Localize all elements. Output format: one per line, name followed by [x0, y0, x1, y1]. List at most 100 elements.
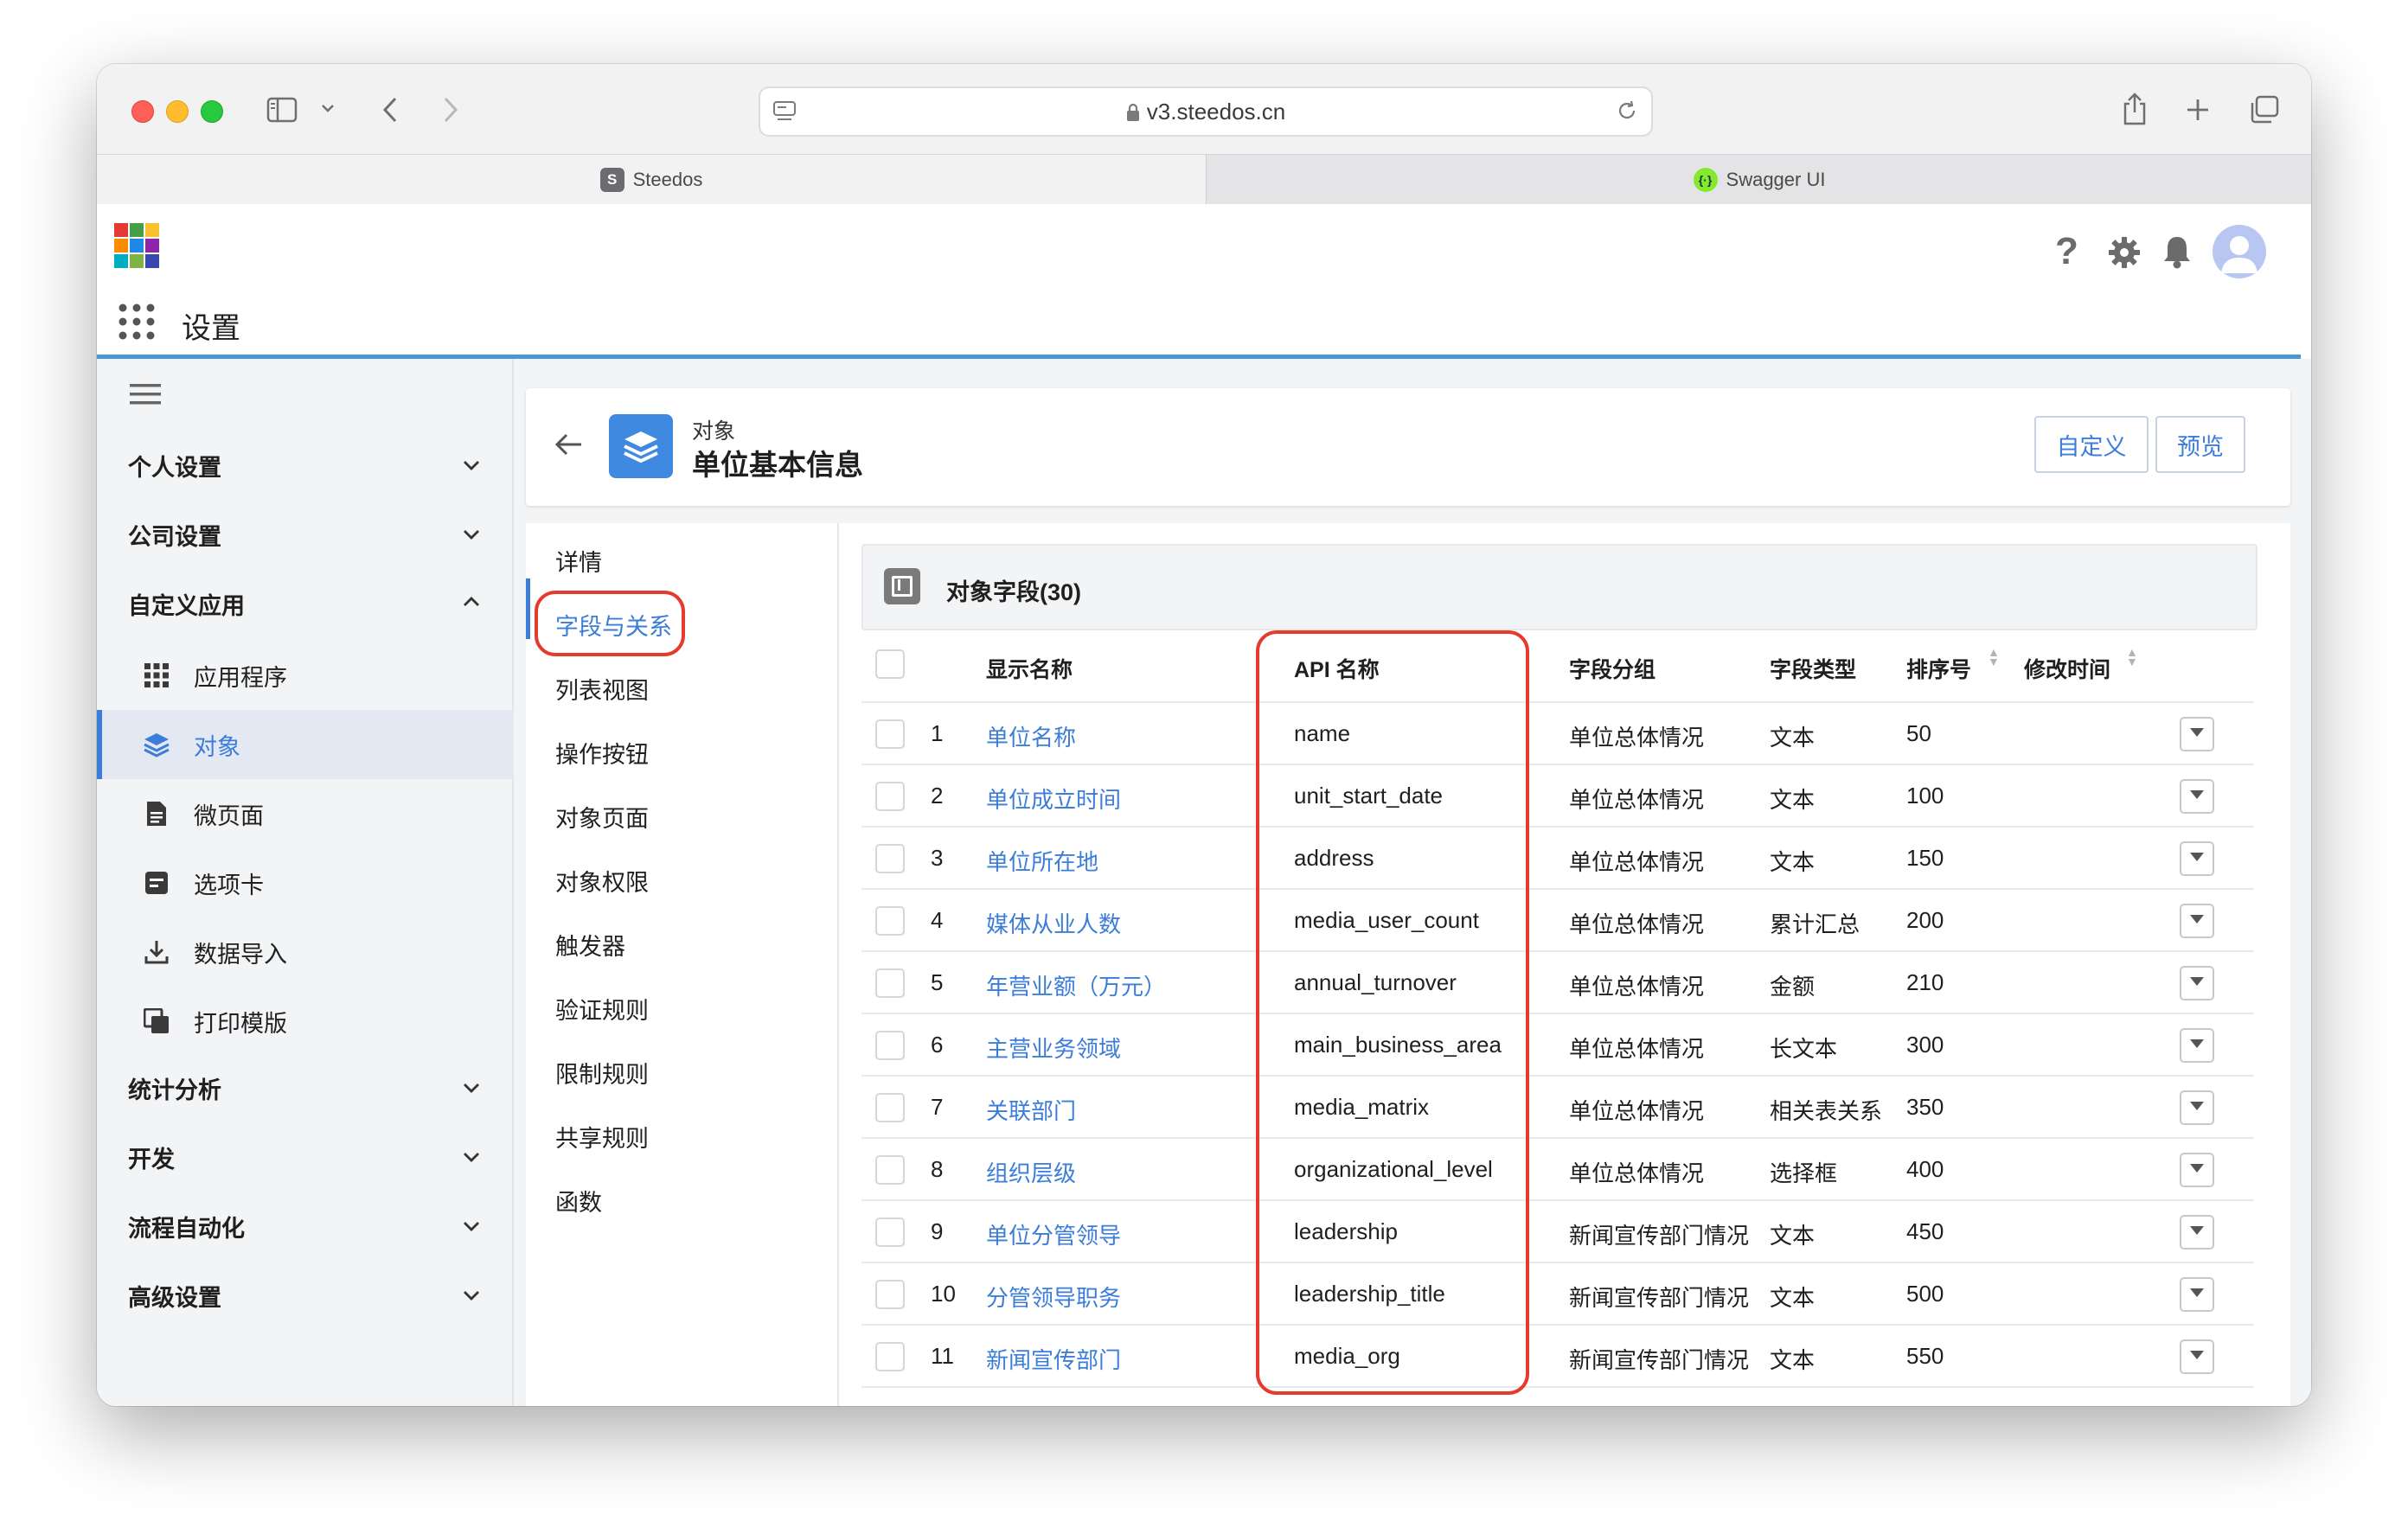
sort-icon[interactable]: ▲ ▼: [1988, 646, 2000, 668]
back-icon[interactable]: [381, 95, 400, 129]
row-actions-button[interactable]: [2180, 1215, 2214, 1250]
sidebar-item-objects[interactable]: 对象: [97, 710, 517, 779]
tab-steedos[interactable]: S Steedos: [97, 155, 1206, 205]
sidebar-item-data-import[interactable]: 数据导入: [97, 917, 512, 987]
field-display-name-link[interactable]: 媒体从业人数: [986, 907, 1121, 939]
nav-item-functions[interactable]: 函数: [555, 1184, 602, 1218]
chevron-down-icon[interactable]: [460, 454, 483, 476]
column-header-field-type[interactable]: 字段类型: [1770, 653, 1856, 684]
row-checkbox[interactable]: [875, 968, 905, 998]
row-actions-button[interactable]: [2180, 1153, 2214, 1187]
chevron-down-icon[interactable]: [460, 1077, 483, 1099]
close-window-button[interactable]: [131, 100, 154, 123]
chevron-down-icon[interactable]: [460, 1146, 483, 1168]
customize-button[interactable]: 自定义: [2034, 416, 2149, 473]
nav-item-list-views[interactable]: 列表视图: [555, 672, 649, 706]
highlight-annotation: [535, 591, 685, 656]
chevron-down-icon[interactable]: [460, 1215, 483, 1237]
row-checkbox[interactable]: [875, 906, 905, 936]
row-checkbox[interactable]: [875, 1218, 905, 1247]
field-display-name-link[interactable]: 年营业额（万元）: [986, 969, 1166, 1001]
select-all-checkbox[interactable]: [875, 649, 905, 679]
row-actions-button[interactable]: [2180, 717, 2214, 751]
back-arrow-icon[interactable]: [554, 431, 583, 462]
sidebar-item-tabs[interactable]: 选项卡: [97, 848, 512, 917]
help-icon[interactable]: ?: [2055, 230, 2078, 273]
minimize-window-button[interactable]: [166, 100, 189, 123]
menu-icon[interactable]: [130, 381, 161, 412]
nav-item-details[interactable]: 详情: [555, 544, 602, 578]
nav-item-action-buttons[interactable]: 操作按钮: [555, 736, 649, 770]
row-actions-button[interactable]: [2180, 966, 2214, 1000]
field-display-name-link[interactable]: 单位分管领导: [986, 1218, 1121, 1250]
field-display-name-link[interactable]: 新闻宣传部门: [986, 1343, 1121, 1375]
nav-item-permissions[interactable]: 对象权限: [555, 864, 649, 898]
sidebar-group-custom-apps[interactable]: 自定义应用: [128, 587, 245, 621]
address-bar[interactable]: v3.steedos.cn: [759, 86, 1653, 137]
field-display-name-link[interactable]: 主营业务领域: [986, 1032, 1121, 1064]
caret-down-icon: [2188, 726, 2206, 743]
row-checkbox[interactable]: [875, 719, 905, 749]
reload-icon[interactable]: [1615, 99, 1639, 127]
avatar[interactable]: [2213, 225, 2266, 278]
sidebar-toggle-icon[interactable]: [266, 97, 298, 127]
field-display-name-link[interactable]: 关联部门: [986, 1094, 1076, 1126]
column-header-modified-time[interactable]: 修改时间: [2024, 653, 2110, 684]
column-header-field-group[interactable]: 字段分组: [1569, 653, 1656, 684]
row-checkbox[interactable]: [875, 1155, 905, 1185]
nav-item-validation-rules[interactable]: 验证规则: [555, 992, 649, 1026]
sidebar-item-micro-page[interactable]: 微页面: [97, 779, 512, 848]
share-icon[interactable]: [2121, 92, 2149, 131]
app-launcher-icon[interactable]: [118, 303, 156, 345]
preview-button[interactable]: 预览: [2155, 416, 2245, 473]
nav-item-object-pages[interactable]: 对象页面: [555, 800, 649, 834]
chevron-down-icon[interactable]: [320, 102, 336, 118]
table-row: 4 媒体从业人数 media_user_count 单位总体情况 累计汇总 200: [861, 888, 2254, 952]
column-header-display-name[interactable]: 显示名称: [986, 653, 1073, 684]
sidebar-group-company[interactable]: 公司设置: [128, 518, 221, 552]
nav-item-triggers[interactable]: 触发器: [555, 928, 625, 962]
row-actions-button[interactable]: [2180, 904, 2214, 938]
nav-item-restriction-rules[interactable]: 限制规则: [555, 1056, 649, 1090]
field-display-name-link[interactable]: 分管领导职务: [986, 1281, 1121, 1313]
new-tab-icon[interactable]: [2185, 97, 2211, 127]
row-checkbox[interactable]: [875, 782, 905, 811]
tab-overview-icon[interactable]: [2249, 95, 2280, 129]
row-actions-button[interactable]: [2180, 1277, 2214, 1312]
sidebar-group-develop[interactable]: 开发: [128, 1141, 175, 1174]
row-actions-button[interactable]: [2180, 1028, 2214, 1063]
sidebar-item-print-template[interactable]: 打印模版: [97, 987, 512, 1056]
row-actions-button[interactable]: [2180, 841, 2214, 876]
field-group: 单位总体情况: [1569, 849, 1705, 875]
row-checkbox[interactable]: [875, 1280, 905, 1309]
row-checkbox[interactable]: [875, 1031, 905, 1060]
sidebar-group-analytics[interactable]: 统计分析: [128, 1071, 221, 1105]
chevron-down-icon[interactable]: [460, 1284, 483, 1307]
bell-icon[interactable]: [2161, 233, 2193, 274]
row-actions-button[interactable]: [2180, 1090, 2214, 1125]
steedos-logo[interactable]: [114, 223, 159, 272]
row-actions-button[interactable]: [2180, 1339, 2214, 1374]
field-display-name-link[interactable]: 单位所在地: [986, 845, 1098, 877]
forward-icon[interactable]: [441, 95, 460, 129]
row-checkbox[interactable]: [875, 844, 905, 873]
row-actions-button[interactable]: [2180, 779, 2214, 814]
sidebar-group-personal[interactable]: 个人设置: [128, 449, 221, 483]
row-checkbox[interactable]: [875, 1342, 905, 1371]
sidebar-item-apps[interactable]: 应用程序: [97, 641, 512, 710]
row-checkbox[interactable]: [875, 1093, 905, 1122]
tab-swagger[interactable]: {·} Swagger UI: [1206, 155, 2311, 205]
field-display-name-link[interactable]: 单位成立时间: [986, 783, 1121, 815]
field-display-name-link[interactable]: 单位名称: [986, 720, 1076, 752]
sidebar-group-workflow[interactable]: 流程自动化: [128, 1210, 245, 1243]
field-display-name-link[interactable]: 组织层级: [986, 1156, 1076, 1188]
zoom-window-button[interactable]: [201, 100, 223, 123]
column-header-sort-order[interactable]: 排序号: [1906, 653, 1971, 684]
chevron-down-icon[interactable]: [460, 523, 483, 546]
sidebar-group-advanced[interactable]: 高级设置: [128, 1279, 221, 1313]
nav-item-sharing-rules[interactable]: 共享规则: [555, 1120, 649, 1154]
gear-icon[interactable]: [2107, 235, 2142, 274]
sort-icon[interactable]: ▲ ▼: [2126, 646, 2138, 668]
field-sort-order: 500: [1906, 1281, 1944, 1307]
chevron-up-icon[interactable]: [460, 591, 483, 613]
